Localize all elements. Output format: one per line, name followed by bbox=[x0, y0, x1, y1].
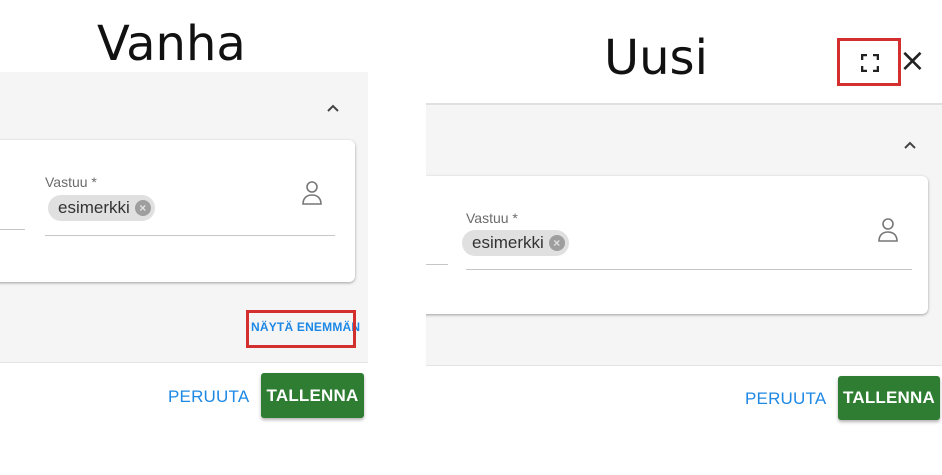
old-dialog: Vastuu * esimerkki × NÄYTÄ ENEMMÄN PERUU… bbox=[0, 72, 368, 432]
show-more-highlight bbox=[246, 310, 356, 348]
vastuu-label: Vastuu * bbox=[45, 174, 97, 190]
new-dialog: Vastuu * esimerkki × PERUUTA TALLENNA bbox=[426, 103, 942, 463]
uusi-heading: Uusi bbox=[604, 30, 708, 86]
vastuu-underline bbox=[45, 235, 335, 236]
save-button[interactable]: TALLENNA bbox=[261, 373, 364, 418]
old-field-card: Vastuu * esimerkki × bbox=[0, 140, 355, 282]
left-truncated-field-underline bbox=[0, 229, 25, 230]
chip-close-icon[interactable]: × bbox=[134, 200, 151, 216]
fullscreen-highlight bbox=[837, 38, 901, 86]
person-icon[interactable] bbox=[876, 217, 900, 243]
chevron-up-icon[interactable] bbox=[327, 102, 339, 114]
vastuu-chip[interactable]: esimerkki × bbox=[48, 195, 155, 221]
vanha-heading: Vanha bbox=[97, 16, 246, 72]
new-footer-divider bbox=[426, 365, 942, 366]
save-button[interactable]: TALLENNA bbox=[838, 376, 940, 420]
close-icon[interactable]: × bbox=[899, 44, 926, 76]
left-truncated-field-underline bbox=[426, 264, 448, 265]
vastuu-underline bbox=[466, 269, 912, 270]
vastuu-label: Vastuu * bbox=[466, 210, 518, 226]
chevron-up-icon[interactable] bbox=[904, 139, 916, 151]
vastuu-chip[interactable]: esimerkki × bbox=[462, 230, 569, 256]
chip-text: esimerkki bbox=[472, 233, 544, 252]
old-footer-divider bbox=[0, 362, 368, 363]
person-icon[interactable] bbox=[300, 180, 324, 206]
new-field-card: Vastuu * esimerkki × bbox=[426, 176, 928, 314]
cancel-button[interactable]: PERUUTA bbox=[745, 389, 826, 409]
chip-text: esimerkki bbox=[58, 198, 130, 217]
cancel-button[interactable]: PERUUTA bbox=[168, 387, 249, 407]
chip-close-icon[interactable]: × bbox=[548, 235, 565, 251]
